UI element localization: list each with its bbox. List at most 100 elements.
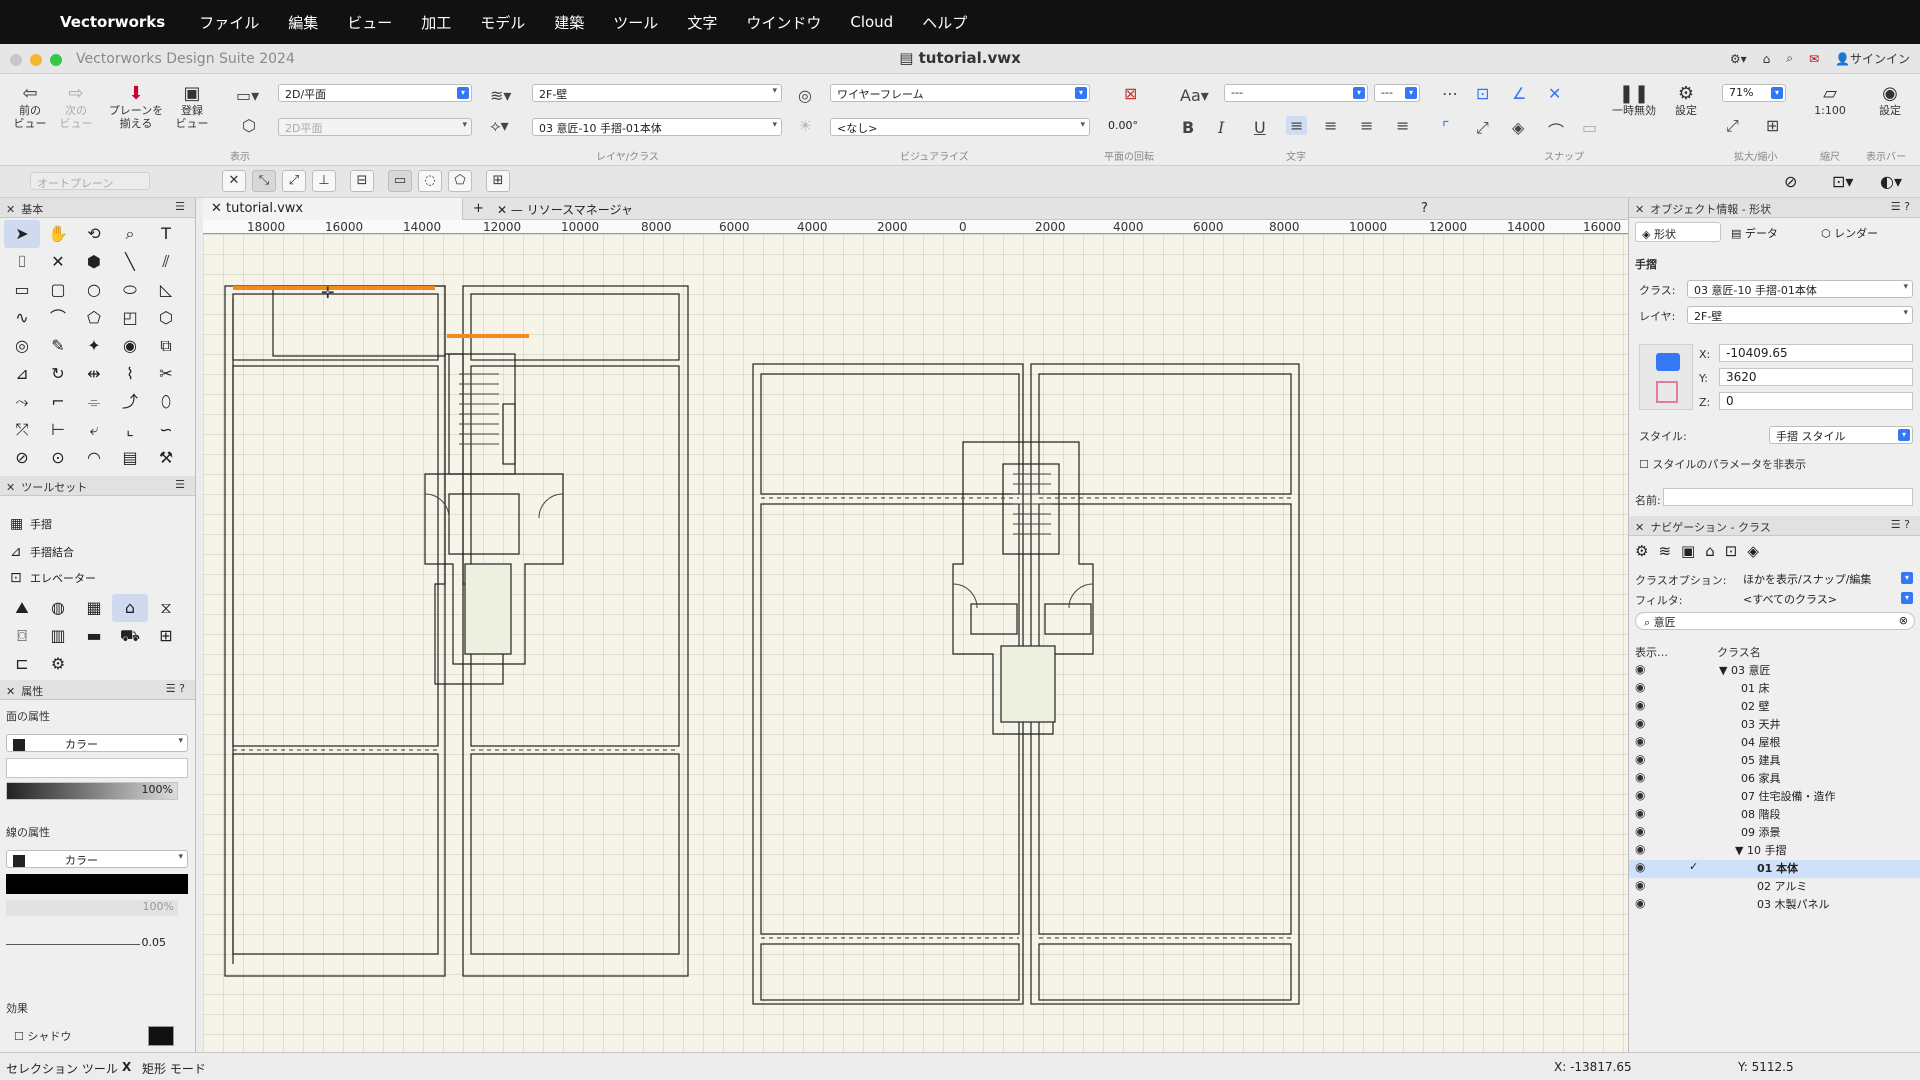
justify-button[interactable]: ≡ (1396, 116, 1409, 135)
close-icon[interactable]: ✕ (211, 201, 226, 216)
rotate-plane-icon[interactable]: ⊠ (1124, 84, 1137, 103)
col-name-header[interactable]: クラス名 (1717, 644, 1761, 660)
menu-file[interactable]: ファイル (199, 12, 259, 33)
light-icon[interactable]: ☀ (798, 116, 812, 135)
mode-button-5[interactable]: ⊟ (350, 170, 374, 192)
list-item[interactable]: ◉ 08 階段 (1629, 806, 1920, 824)
tab-tutorial[interactable]: ✕ tutorial.vwx (203, 198, 463, 220)
obj-class-select[interactable]: 03 意匠-10 手摺-01本体 ▾ (1687, 280, 1913, 298)
fill-opacity-bar[interactable]: 100% (6, 782, 178, 800)
home-icon[interactable]: ⌂ (1763, 52, 1771, 66)
eye-icon[interactable]: ◉ (1635, 662, 1645, 676)
view-bar-settings-button[interactable]: ◉ 設定 (1868, 84, 1912, 118)
tab-render[interactable]: ⬡ レンダー (1815, 222, 1915, 242)
menu-view[interactable]: ビュー (347, 12, 392, 33)
line-tool-icon[interactable]: ╲ (112, 248, 148, 276)
palette-menu-icon[interactable]: ☰ ? (1891, 518, 1910, 531)
rectangle-tool-icon[interactable]: ▭ (4, 276, 40, 304)
mode-button-3[interactable]: ⤢ (282, 170, 306, 192)
toolset-item-railing-join[interactable]: ⊿ 手摺結合 (10, 544, 74, 560)
snap-smart-point-icon[interactable]: ⌜ (1442, 118, 1450, 137)
line-opacity-bar[interactable]: 100% (6, 900, 178, 916)
menu-model[interactable]: モデル (480, 12, 525, 33)
fillet-tool-icon[interactable]: ⌐ (40, 388, 76, 416)
sheet-tool-icon[interactable]: ▤ (112, 444, 148, 472)
arc-tool-icon[interactable]: ◺ (148, 276, 184, 304)
rotation-field[interactable]: 0.00° (1102, 118, 1162, 136)
list-item[interactable]: ◉ 03 天井 (1629, 716, 1920, 734)
freehand-tool-icon[interactable]: ∿ (4, 304, 40, 332)
layers-icon[interactable]: ≋▾ (490, 86, 511, 105)
close-icon[interactable]: ✕ (6, 685, 15, 698)
polygon-mode-button[interactable]: ⬠ (448, 170, 472, 192)
layer-select[interactable]: 2F-壁 ▾ (532, 84, 782, 102)
settings-tools-icon[interactable]: ⚙ (40, 650, 76, 678)
name-field[interactable] (1663, 488, 1913, 506)
spiral-tool-icon[interactable]: ◎ (4, 332, 40, 360)
align-right-button[interactable]: ≡ (1360, 116, 1373, 135)
fill-type-select[interactable]: カラー ▾ (6, 734, 188, 752)
list-item[interactable]: ◉ ▼ 10 手摺 (1629, 842, 1920, 860)
connect-tool-icon[interactable]: ⤳ (4, 388, 40, 416)
list-item[interactable]: ◉ 06 家具 (1629, 770, 1920, 788)
mode-button-9[interactable]: ⊞ (486, 170, 510, 192)
selection-tool-icon[interactable]: ➤ (4, 220, 40, 248)
font-select[interactable]: --- ▾ (1224, 84, 1368, 102)
eyedropper-tool-icon[interactable]: ✎ (40, 332, 76, 360)
pause-button[interactable]: ❚❚ 一時無効 (1612, 84, 1656, 118)
next-view-button[interactable]: ⇨ 次の ビュー (54, 84, 98, 131)
snap-angle-icon[interactable]: ∠ (1512, 84, 1526, 103)
camera-tools-icon[interactable]: ⌼ (4, 622, 40, 650)
landscape-tools-icon[interactable]: ⧖ (148, 594, 184, 622)
attribute-map-tool-icon[interactable]: ⧉ (148, 332, 184, 360)
mail-icon[interactable]: ✉ (1809, 52, 1819, 66)
visualize-select[interactable]: ワイヤーフレーム ▾ (830, 84, 1090, 102)
menu-window[interactable]: ウインドウ (746, 12, 821, 33)
polyline-tool-icon[interactable]: ⌒ (40, 304, 76, 332)
reshape-tool-icon[interactable]: ⬯ (148, 388, 184, 416)
trim-tool-icon[interactable]: ⤱ (4, 416, 40, 444)
furniture-tools-icon[interactable]: ⊞ (148, 622, 184, 650)
menu-help[interactable]: ヘルプ (922, 12, 967, 33)
list-item[interactable]: ◉ 04 屋根 (1629, 734, 1920, 752)
list-item[interactable]: ◉ 05 建具 (1629, 752, 1920, 770)
shadow-checkbox[interactable]: ☐ シャドウ (14, 1028, 71, 1044)
menu-tools[interactable]: ツール (613, 12, 658, 33)
list-item[interactable]: ◉ 03 木製パネル (1629, 896, 1920, 914)
circle-tool-icon[interactable]: ○ (76, 276, 112, 304)
eye-icon[interactable]: ◉ (1635, 680, 1645, 694)
nav-sheets-icon[interactable]: ▣ (1681, 542, 1695, 560)
split-tool-icon[interactable]: ✂ (148, 360, 184, 388)
stipple-tool-icon[interactable]: ⬢ (76, 248, 112, 276)
toolset-item-elevator[interactable]: ⊡ エレベーター (10, 570, 96, 586)
menu-edit[interactable]: 編集 (288, 12, 318, 33)
nav-views-icon[interactable]: ⌂ (1705, 542, 1715, 560)
align-plane-button[interactable]: ⬇ プレーンを 揃える (104, 84, 168, 131)
font-size-select[interactable]: --- ▾ (1374, 84, 1420, 102)
snap-surface-icon[interactable]: ▭ (1582, 118, 1597, 137)
list-item[interactable]: ◉ 02 壁 (1629, 698, 1920, 716)
resize-tool-icon[interactable]: ⊿ (4, 360, 40, 388)
plane-mode-icon[interactable]: ⬡ (242, 116, 256, 135)
palette-menu-icon[interactable]: ☰ ? (1891, 200, 1910, 213)
visibility-tool-icon[interactable]: ◉ (112, 332, 148, 360)
close-icon[interactable]: ✕ (6, 481, 15, 494)
snap-settings-button[interactable]: ⚙ 設定 (1664, 84, 1708, 118)
visualize-icon[interactable]: ◎ (798, 86, 812, 105)
bold-button[interactable]: B (1182, 118, 1194, 137)
align-left-button[interactable]: ≡ (1286, 116, 1308, 135)
help-button[interactable]: ? (1413, 198, 1436, 220)
close-icon[interactable]: ✕ (1635, 203, 1644, 216)
list-item[interactable]: ◉ 07 住宅設備・造作 (1629, 788, 1920, 806)
fill-color-bar[interactable] (6, 758, 188, 778)
building-tools-icon[interactable]: ⌂ (112, 594, 148, 622)
wand-tool-icon[interactable]: ✦ (76, 332, 112, 360)
shadow-color-swatch[interactable] (148, 1026, 174, 1046)
nav-classes-icon[interactable]: ⚙ (1635, 542, 1648, 560)
line-weight-select[interactable]: 0.05 (6, 936, 188, 954)
nav-layers-icon[interactable]: ≋ (1658, 542, 1671, 560)
eye-icon[interactable]: ◉ (1635, 842, 1645, 856)
locus-tool-icon[interactable]: ✕ (40, 248, 76, 276)
eye-icon[interactable]: ◉ (1635, 788, 1645, 802)
close-icon[interactable]: ✕ — (497, 203, 527, 217)
